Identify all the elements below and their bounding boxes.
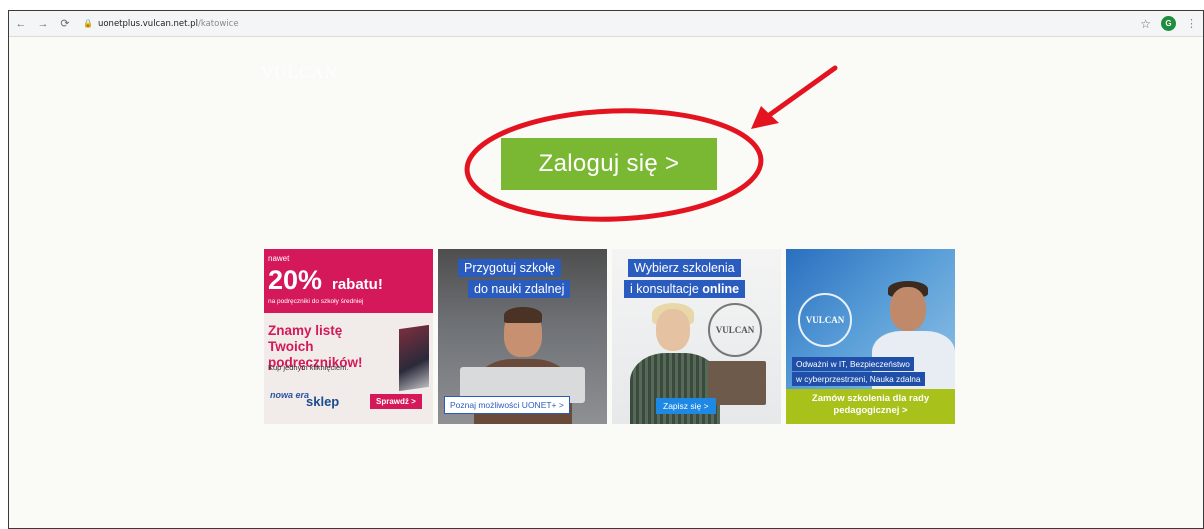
lock-icon: 🔒 <box>83 19 93 28</box>
person-hair <box>504 307 542 323</box>
banner-discount[interactable]: nawet 20% rabatu! na podręczniki do szko… <box>264 249 433 424</box>
order-training-button[interactable]: Zamów szkolenia dla rady pedagogicznej > <box>786 389 955 424</box>
menu-kebab-icon[interactable]: ⋮ <box>1186 17 1197 30</box>
url-host: uonetplus.vulcan.net.pl <box>97 18 198 29</box>
browser-toolbar: ← → ⟳ 🔒 uonetplus.vulcan.net.pl /katowic… <box>9 11 1203 37</box>
banner-line1: Wybierz szkolenia <box>628 259 741 277</box>
banner-line2: do nauki zdalnej <box>468 280 571 298</box>
address-bar[interactable]: 🔒 uonetplus.vulcan.net.pl /katowice <box>83 19 239 29</box>
reload-icon[interactable]: ⟳ <box>59 17 71 30</box>
banner-row: nawet 20% rabatu! na podręczniki do szko… <box>264 249 955 424</box>
banner-kup: Kup jednym kliknięciem. <box>268 363 349 372</box>
vulcan-logo: VULCAN <box>261 63 338 82</box>
bookmark-star-icon[interactable]: ☆ <box>1140 17 1151 31</box>
login-button[interactable]: Zaloguj się > <box>501 138 717 190</box>
discount-sub: na podręczniki do szkoły średniej <box>268 298 364 305</box>
rabatu-label: rabatu! <box>332 276 383 293</box>
zapisz-button[interactable]: Zapisz się > <box>656 398 716 414</box>
nawet-label: nawet <box>268 254 290 263</box>
banner-line1: Odważni w IT, Bezpieczeństwo <box>792 357 914 371</box>
banner-remote-learning[interactable]: Przygotuj szkołę do nauki zdalnej Poznaj… <box>438 249 607 424</box>
forward-icon[interactable]: → <box>37 18 49 30</box>
arrow-shaft <box>758 65 838 124</box>
line2-online: online <box>702 282 740 296</box>
sklep-logo: sklep <box>306 394 340 409</box>
uonet-button[interactable]: Poznaj możliwości UONET+ > <box>444 396 570 414</box>
percent-label: 20% <box>268 265 323 295</box>
laptop-image <box>708 361 766 405</box>
books-image <box>399 324 429 392</box>
nav-buttons: ← → ⟳ <box>15 17 71 31</box>
banner-line2: w cyberprzestrzeni, Nauka zdalna <box>792 372 925 386</box>
sprawdz-button[interactable]: Sprawdź > <box>370 394 422 409</box>
arrow-head <box>751 106 779 129</box>
toolbar-right: ☆ G ⋮ <box>1140 16 1197 31</box>
vulcan-stamp: VULCAN <box>798 293 852 347</box>
man-head <box>890 287 926 331</box>
banner-training[interactable]: Wybierz szkolenia i konsultacje online V… <box>612 249 781 424</box>
woman-head <box>656 309 690 351</box>
back-icon[interactable]: ← <box>15 18 27 30</box>
nowa-era-logo: nowa era <box>270 390 310 400</box>
line2-text: i konsultacje <box>630 282 703 296</box>
url-path: /katowice <box>197 18 239 29</box>
banner-it-training[interactable]: VULCAN Odważni w IT, Bezpieczeństwo w cy… <box>786 249 955 424</box>
banner-line1: Przygotuj szkołę <box>458 259 562 277</box>
vulcan-stamp: VULCAN <box>708 303 762 357</box>
banner-line2: i konsultacje online <box>624 280 746 298</box>
profile-avatar[interactable]: G <box>1161 16 1176 31</box>
browser-window: ← → ⟳ 🔒 uonetplus.vulcan.net.pl /katowic… <box>8 10 1204 529</box>
